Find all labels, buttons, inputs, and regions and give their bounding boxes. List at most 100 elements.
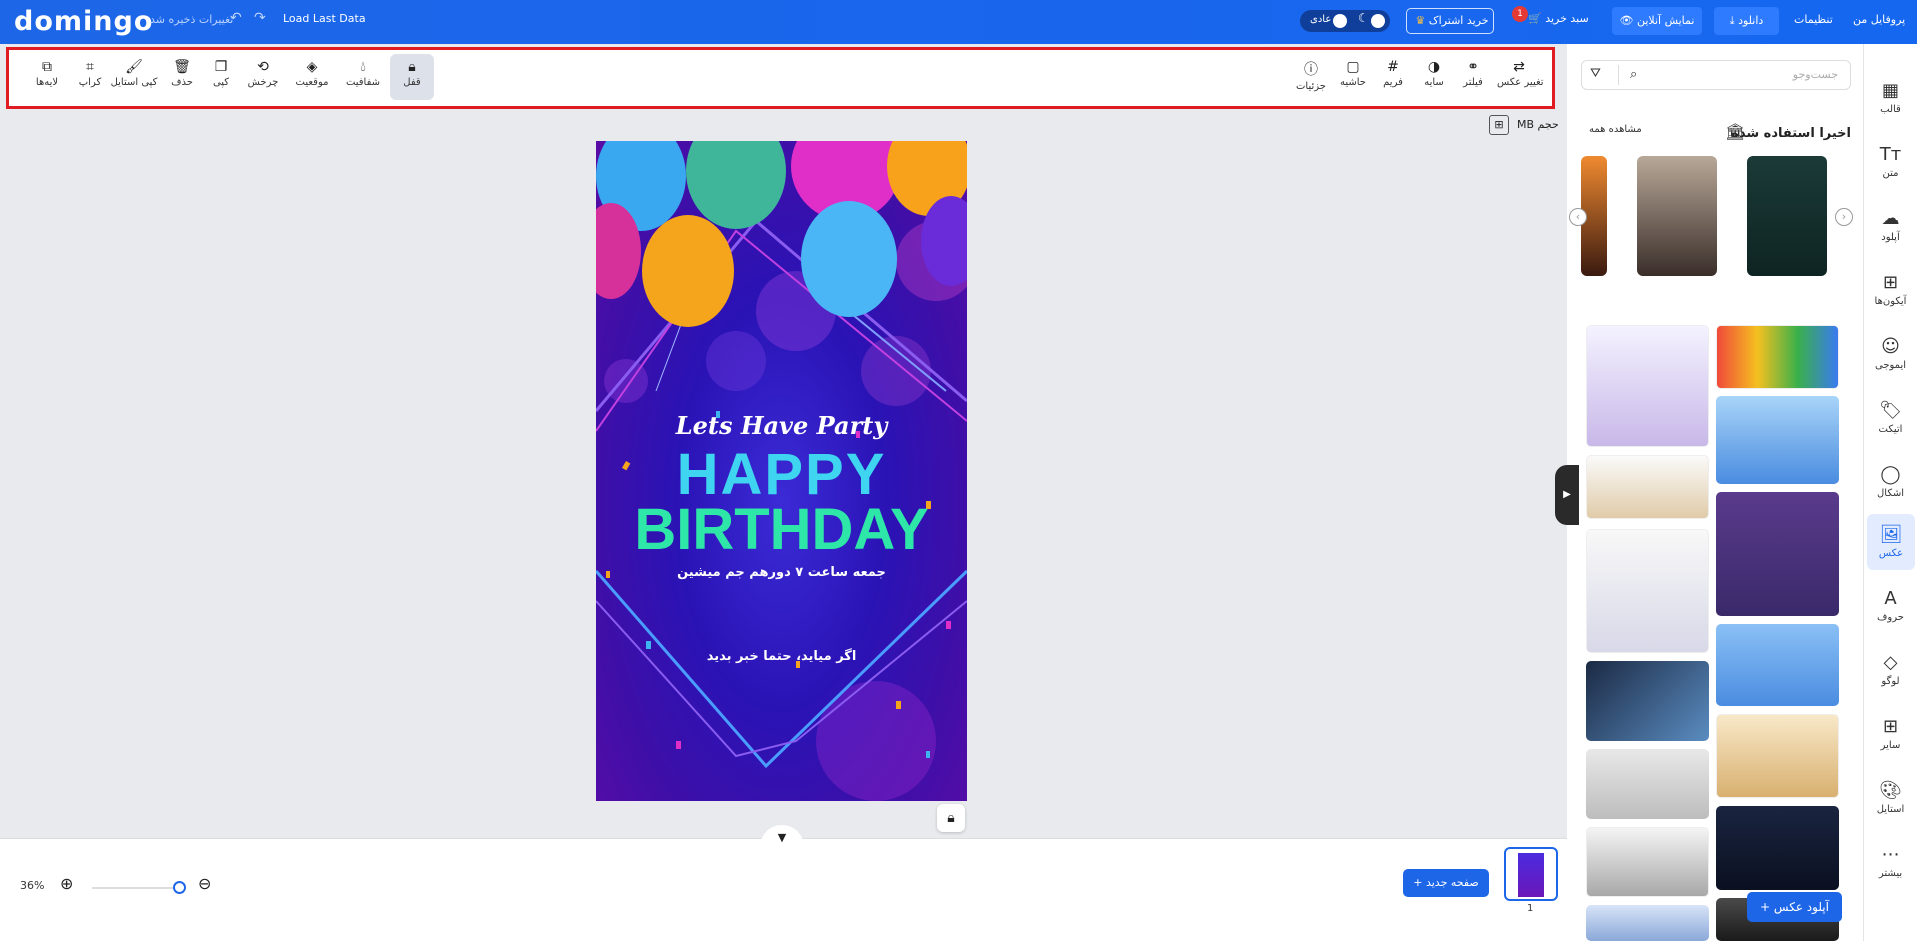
zoom-in-icon[interactable]: ⊕ — [60, 874, 73, 893]
undo-icon[interactable]: ↶ — [230, 10, 242, 26]
photo-thumbnail[interactable] — [1586, 661, 1709, 741]
load-last-data-button[interactable]: Load Last Data — [283, 12, 366, 25]
photo-thumbnail[interactable] — [1586, 529, 1709, 653]
search-box[interactable]: جست‌وجو ⌕ ⛛ — [1581, 60, 1851, 90]
photo-thumbnail[interactable] — [1716, 325, 1839, 389]
tool-filter[interactable]: ⚭ فیلتر — [1451, 54, 1495, 100]
rail-item-other[interactable]: ⊞ سایر — [1864, 706, 1917, 762]
rail-label: عکس — [1878, 548, 1904, 559]
tool-details[interactable]: ⓘ جزئیات — [1289, 54, 1333, 100]
recent-image[interactable] — [1637, 156, 1717, 276]
photo-thumbnail[interactable] — [1586, 455, 1709, 519]
rail-item-icons[interactable]: ⊞ آیکون‌ها — [1864, 262, 1917, 318]
photo-thumbnail[interactable] — [1716, 492, 1839, 616]
rail-item-style[interactable]: 🎨︎ استایل — [1864, 770, 1917, 826]
upload-photo-button[interactable]: آپلود عکس + — [1747, 892, 1842, 922]
tool-crop[interactable]: ⌗ کراپ — [68, 54, 112, 100]
upload-icon: ☁ — [1881, 208, 1900, 229]
poster-time-text[interactable]: جمعه ساعت ۷ دورهم جم میشین — [596, 565, 967, 580]
photo-thumbnail[interactable] — [1586, 905, 1709, 941]
photo-thumbnail[interactable] — [1586, 749, 1709, 819]
new-page-button[interactable]: صفحه جدید + — [1403, 869, 1489, 897]
tool-label: جزئیات — [1296, 81, 1326, 92]
redo-icon[interactable]: ↷ — [254, 10, 266, 26]
brush-icon: 🖌︎ — [125, 59, 143, 75]
rail-label: ایموجی — [1874, 360, 1907, 371]
top-bar: domingo تغییرات ذخیره شد ↶ ↷ Load Last D… — [0, 0, 1917, 44]
poster-birthday-text[interactable]: BIRTHDAY — [596, 496, 967, 563]
poster-canvas[interactable]: Lets Have Party HAPPY BIRTHDAY جمعه ساعت… — [596, 141, 967, 801]
tool-copy-style[interactable]: 🖌︎ کپی استایل — [106, 54, 162, 100]
tool-border[interactable]: ▢ حاشیه — [1331, 54, 1375, 100]
zoom-slider[interactable] — [92, 887, 182, 889]
photo-thumbnail[interactable] — [1586, 827, 1709, 897]
rail-item-letters[interactable]: A حروف — [1864, 578, 1917, 634]
canvas-lock-icon[interactable]: 🔒︎ — [937, 804, 965, 832]
subscribe-button[interactable]: خرید اشتراک ♛ — [1406, 8, 1494, 34]
rail-item-photo[interactable]: 🖼︎ عکس — [1867, 514, 1915, 570]
rail-item-emoji[interactable]: ☺ ایموجی — [1864, 326, 1917, 382]
photo-thumbnail[interactable] — [1716, 806, 1839, 890]
rail-label: اشکال — [1877, 488, 1904, 499]
profile-link[interactable]: پروفایل من — [1853, 13, 1905, 26]
photo-thumbnail[interactable] — [1716, 714, 1839, 798]
search-icon[interactable]: ⌕ — [1630, 67, 1637, 82]
see-all-link[interactable]: مشاهده همه — [1589, 124, 1642, 135]
rail-item-template[interactable]: ▦ قالب — [1864, 70, 1917, 126]
rail-item-upload[interactable]: ☁ آپلود — [1864, 198, 1917, 254]
chevron-right-icon[interactable]: › — [1835, 208, 1853, 226]
funnel-icon[interactable]: ⛛ — [1590, 66, 1601, 81]
collapse-panel-tab[interactable]: ▶ — [1555, 465, 1579, 525]
recent-image[interactable] — [1747, 156, 1827, 276]
chevron-down-icon[interactable]: ▼ — [760, 825, 804, 851]
poster-party-text[interactable]: Lets Have Party — [596, 411, 967, 440]
tool-delete[interactable]: 🗑︎ حذف — [160, 54, 204, 100]
tool-frame[interactable]: # فریم — [1371, 54, 1415, 100]
tool-label: موقعیت — [295, 77, 329, 88]
tool-change-photo[interactable]: ⇄ تغییر عکس — [1497, 54, 1544, 100]
page-thumbnail[interactable] — [1504, 847, 1558, 901]
rail-label: لوگو — [1881, 676, 1900, 687]
rail-item-more[interactable]: ⋯ بیشتر — [1864, 834, 1917, 890]
rail-label: حروف — [1877, 612, 1904, 623]
tool-label: فیلتر — [1463, 77, 1483, 88]
settings-link[interactable]: تنظیمات — [1794, 13, 1833, 26]
rail-label: بیشتر — [1878, 868, 1903, 879]
tool-shadow[interactable]: ◑ سایه — [1412, 54, 1456, 100]
info-icon: ⓘ — [1304, 62, 1318, 78]
tool-opacity[interactable]: 💧︎ شفافیت — [341, 54, 385, 100]
tool-layers[interactable]: ⧉ لایه‌ها — [25, 54, 69, 100]
rail-item-sticker[interactable]: 🏷︎ اتیکت — [1864, 390, 1917, 446]
icons-icon: ⊞ — [1882, 272, 1899, 293]
tool-copy[interactable]: ❐ کپی — [199, 54, 243, 100]
tool-rotate[interactable]: ⟲ چرخش — [241, 54, 285, 100]
rail-item-text[interactable]: Tт متن — [1864, 134, 1917, 190]
tool-position[interactable]: ◈ موقعیت — [290, 54, 334, 100]
tool-lock[interactable]: 🔒︎ قفل — [390, 54, 434, 100]
trash-icon: 🗑︎ — [173, 59, 191, 75]
app-logo[interactable]: domingo — [14, 6, 153, 37]
more-icon: ⋯ — [1881, 844, 1900, 865]
zoom-slider-handle[interactable] — [173, 881, 186, 894]
poster-rsvp-text[interactable]: اگر میاید، حتما خبر بدید — [596, 649, 967, 664]
photo-thumbnail[interactable] — [1586, 325, 1709, 447]
theme-toggle[interactable]: عادی ☾ — [1300, 10, 1390, 32]
photo-thumbnail[interactable] — [1716, 624, 1839, 706]
download-label: دانلود — [1738, 14, 1764, 27]
rail-item-logo[interactable]: ◇ لوگو — [1864, 642, 1917, 698]
search-input[interactable]: جست‌وجو — [1793, 68, 1838, 81]
building-icon: 🏛︎ — [1725, 122, 1746, 141]
text-icon: Tт — [1879, 144, 1902, 165]
zoom-out-icon[interactable]: ⊖ — [198, 874, 211, 893]
size-grid-icon[interactable]: ⊞ — [1489, 115, 1509, 135]
chevron-left-icon[interactable]: ‹ — [1569, 208, 1587, 226]
rail-item-shapes[interactable]: ◯ اشکال — [1864, 454, 1917, 510]
cart-button[interactable]: سبد خرید 🛒 — [1528, 12, 1589, 25]
download-button[interactable]: دانلود ⤓ — [1714, 7, 1779, 35]
logo-icon: ◇ — [1883, 652, 1898, 673]
online-preview-button[interactable]: نمایش آنلاین 👁 — [1612, 7, 1702, 35]
photo-thumbnail[interactable] — [1716, 396, 1839, 484]
filter-icon: ⚭ — [1467, 59, 1479, 75]
rail-label: متن — [1882, 168, 1899, 179]
moon-icon: ☾ — [1358, 11, 1369, 25]
